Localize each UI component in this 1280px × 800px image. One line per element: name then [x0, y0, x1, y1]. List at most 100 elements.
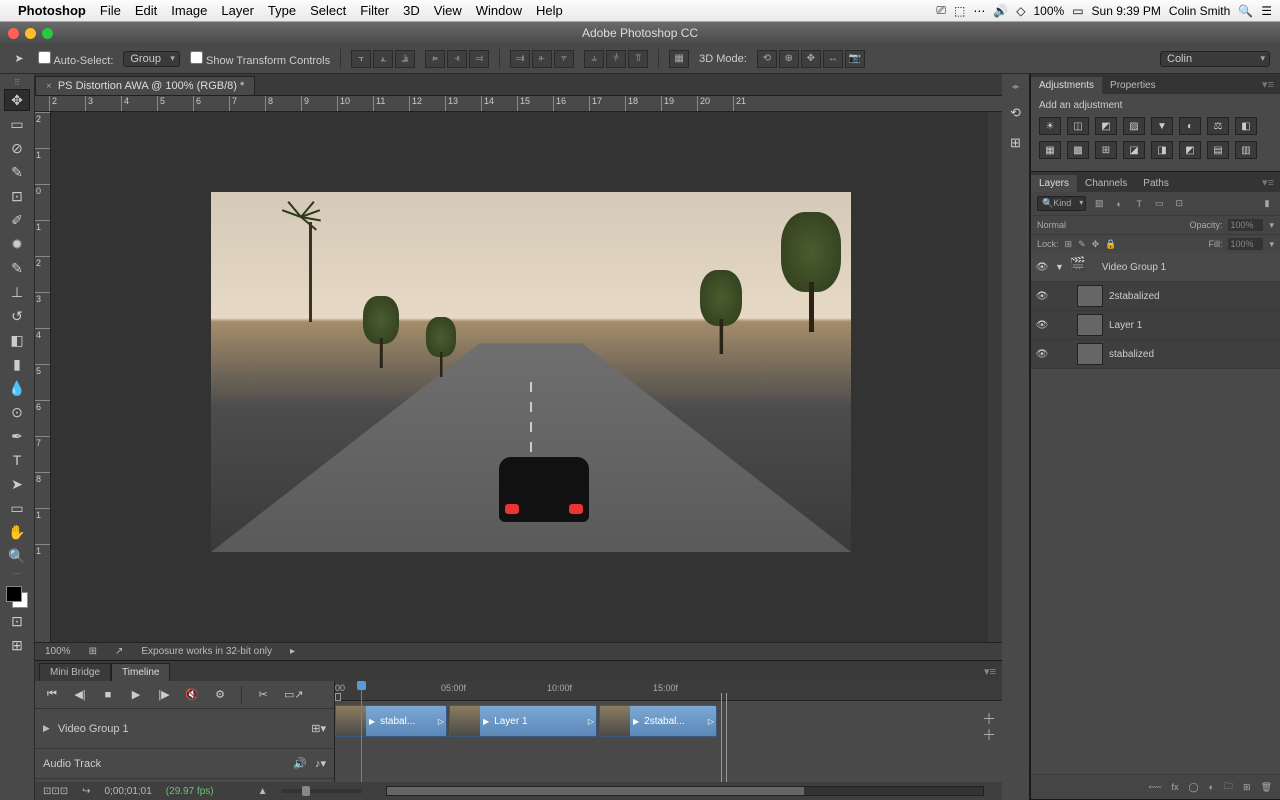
mute-button[interactable]: 🔇 [185, 688, 199, 701]
dodge-tool[interactable]: ⊙ [4, 401, 30, 423]
new-adj-layer-icon[interactable]: ◐ [1209, 782, 1214, 792]
prev-frame-button[interactable]: ◀| [73, 688, 87, 701]
status-arrow-icon[interactable]: ▸ [290, 646, 295, 657]
strip-grip-icon[interactable]: ◂▸ [1011, 82, 1019, 91]
visibility-toggle-icon[interactable]: 👁 [1035, 349, 1049, 360]
menu-3d[interactable]: 3D [403, 3, 420, 18]
tab-timeline[interactable]: Timeline [111, 663, 170, 681]
move-tool[interactable]: ✥ [4, 89, 30, 111]
zoom-slider[interactable] [282, 789, 362, 793]
quickmask-tool[interactable]: ⊡ [4, 610, 30, 632]
horizontal-ruler[interactable]: 23456789101112131415161718192021 [35, 96, 1002, 112]
layer-mask-icon[interactable]: ◯ [1188, 782, 1198, 793]
eyedropper-tool[interactable]: ✐ [4, 209, 30, 231]
menu-image[interactable]: Image [171, 3, 207, 18]
adjustment-icon-13[interactable]: ◩ [1179, 141, 1201, 159]
audio-track-header[interactable]: Audio Track 🔊 ♪▾ [35, 749, 334, 779]
tab-layers[interactable]: Layers [1031, 175, 1077, 192]
blend-mode-dropdown[interactable]: Normal [1037, 220, 1183, 230]
menu-select[interactable]: Select [310, 3, 346, 18]
layer-row[interactable]: 👁Layer 1 [1031, 311, 1280, 340]
layer-name[interactable]: Video Group 1 [1102, 262, 1166, 273]
first-frame-button[interactable]: ⏮ [45, 688, 59, 701]
dist-bottom-icon[interactable]: ⫧ [554, 50, 574, 68]
visibility-toggle-icon[interactable]: 👁 [1035, 262, 1049, 273]
adjustments-flyout-icon[interactable]: ▾≡ [1256, 75, 1280, 94]
minimize-button[interactable] [25, 28, 36, 39]
path-select-tool[interactable]: ➤ [4, 473, 30, 495]
adjustment-icon-0[interactable]: ☀ [1039, 117, 1061, 135]
workspace-dropdown[interactable]: Colin [1160, 51, 1270, 67]
filter-smart-icon[interactable]: ⊡ [1172, 197, 1186, 211]
filter-adj-icon[interactable]: ◐ [1112, 197, 1126, 211]
3d-pan-icon[interactable]: ✥ [801, 50, 821, 68]
adjustment-icon-9[interactable]: ▩ [1067, 141, 1089, 159]
tab-mini-bridge[interactable]: Mini Bridge [39, 663, 111, 681]
adjustment-icon-11[interactable]: ◪ [1123, 141, 1145, 159]
tab-properties[interactable]: Properties [1102, 77, 1164, 94]
auto-align-icon[interactable]: ▦ [669, 50, 689, 68]
play-button[interactable]: ▶ [129, 688, 143, 701]
tab-channels[interactable]: Channels [1077, 175, 1135, 192]
audio-mute-icon[interactable]: 🔊 [293, 757, 307, 770]
layer-row[interactable]: 👁stabalized [1031, 340, 1280, 369]
blur-tool[interactable]: 💧 [4, 377, 30, 399]
volume-icon[interactable]: 🔊 [993, 4, 1008, 18]
document-tab[interactable]: × PS Distortion AWA @ 100% (RGB/8) * [35, 76, 255, 95]
battery-icon[interactable]: ▭ [1072, 4, 1083, 18]
panel-flyout-icon[interactable]: ▾≡ [978, 662, 1002, 681]
dropbox-icon[interactable]: ⬚ [954, 4, 965, 18]
status-icon[interactable]: ⊞ [89, 646, 97, 657]
gradient-tool[interactable]: ▮ [4, 353, 30, 375]
canvas[interactable] [51, 112, 988, 642]
opacity-field[interactable]: 100% [1228, 219, 1263, 231]
align-left-icon[interactable]: ⫢ [425, 50, 445, 68]
menu-view[interactable]: View [434, 3, 462, 18]
dist-vcenter-icon[interactable]: ⫦ [532, 50, 552, 68]
adjustment-icon-4[interactable]: ▼ [1151, 117, 1173, 135]
hand-tool[interactable]: ✋ [4, 521, 30, 543]
panel-grip-icon[interactable]: ⠿ [14, 78, 20, 87]
brush-tool[interactable]: ✎ [4, 257, 30, 279]
video-group-track-header[interactable]: ▶ Video Group 1 ⊞▾ [35, 709, 334, 749]
vertical-scrollbar[interactable] [988, 112, 1002, 642]
expand-group-icon[interactable]: ▼ [1055, 262, 1064, 272]
transition-button[interactable]: ▭↗ [284, 688, 298, 701]
adjustment-icon-10[interactable]: ⊞ [1095, 141, 1117, 159]
lasso-tool[interactable]: ⊘ [4, 137, 30, 159]
stamp-tool[interactable]: ⊥ [4, 281, 30, 303]
adjustment-icon-12[interactable]: ◨ [1151, 141, 1173, 159]
color-swatches[interactable] [6, 586, 28, 608]
layer-fx-icon[interactable]: fx [1171, 782, 1178, 792]
shape-tool[interactable]: ▭ [4, 497, 30, 519]
link-layers-icon[interactable]: ⬳ [1149, 782, 1162, 793]
3d-orbit-icon[interactable]: ⟲ [757, 50, 777, 68]
horizontal-scrollbar[interactable] [386, 786, 984, 796]
new-group-icon[interactable]: 🗀 [1224, 779, 1233, 795]
playhead[interactable] [361, 681, 362, 782]
auto-select-dropdown[interactable]: Group [123, 51, 180, 67]
zoom-out-icon[interactable]: ▲ [258, 786, 268, 797]
close-tab-icon[interactable]: × [46, 81, 52, 92]
share-icon[interactable]: ↗ [115, 646, 123, 657]
tab-adjustments[interactable]: Adjustments [1031, 77, 1102, 94]
adjustment-icon-3[interactable]: ▨ [1123, 117, 1145, 135]
align-hcenter-icon[interactable]: ⫣ [447, 50, 467, 68]
adjustment-icon-7[interactable]: ◧ [1235, 117, 1257, 135]
layer-name[interactable]: 2stabalized [1109, 291, 1160, 302]
3d-roll-icon[interactable]: ⊕ [779, 50, 799, 68]
spotlight-icon[interactable]: 🔍 [1238, 4, 1253, 18]
screencast-icon[interactable]: ⎚ [936, 3, 946, 18]
expand-track-icon[interactable]: ▶ [43, 723, 50, 734]
quick-select-tool[interactable]: ✎ [4, 161, 30, 183]
layer-filter-dropdown[interactable]: 🔍Kind [1037, 196, 1086, 211]
fill-arrow-icon[interactable]: ▾ [1269, 239, 1274, 250]
history-brush-tool[interactable]: ↺ [4, 305, 30, 327]
adjustment-icon-1[interactable]: ◫ [1067, 117, 1089, 135]
convert-icon[interactable]: ↪ [82, 786, 90, 797]
type-tool[interactable]: T [4, 449, 30, 471]
app-name[interactable]: Photoshop [18, 3, 86, 18]
healing-tool[interactable]: ✹ [4, 233, 30, 255]
eraser-tool[interactable]: ◧ [4, 329, 30, 351]
delete-layer-icon[interactable]: 🗑 [1261, 782, 1272, 793]
